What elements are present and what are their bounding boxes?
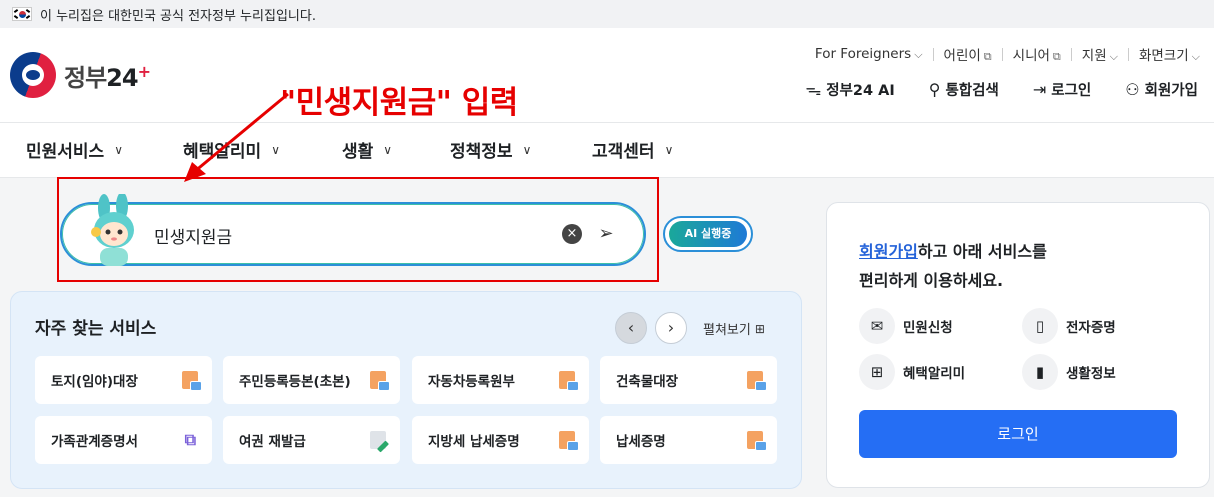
signup-link[interactable]: ⚇ 회원가입 [1125, 79, 1198, 100]
chevron-down-icon: ⌵ [1191, 50, 1200, 63]
edit-document-icon [370, 431, 386, 449]
service-card[interactable]: 건축물대장 [600, 356, 777, 404]
for-foreigners-link[interactable]: For Foreigners ⌵ [815, 46, 923, 62]
service-card[interactable]: 지방세 납세증명 [412, 416, 589, 464]
annotation-arrow [184, 92, 289, 182]
document-icon [559, 431, 579, 451]
bookmark-icon: ▮ [1022, 354, 1058, 390]
document-icon [747, 371, 767, 391]
login-button[interactable]: 로그인 [859, 410, 1177, 458]
chevron-down-icon: ⌵ [1109, 50, 1118, 63]
service-civil-application[interactable]: ✉ 민원신청 [859, 308, 953, 344]
ai-running-badge[interactable]: AI 실행중 [663, 216, 753, 252]
favorites-title: 자주 찾는 서비스 [35, 319, 157, 339]
chevron-left-icon: ‹ [627, 318, 635, 337]
gov-banner: 이 누리집은 대한민국 공식 전자정부 누리집입니다. [0, 0, 1214, 28]
service-card[interactable]: 자동차등록원부 [412, 356, 589, 404]
service-card[interactable]: 토지(임야)대장 [35, 356, 212, 404]
carousel-next-button[interactable]: › [655, 312, 687, 344]
service-card[interactable]: 납세증명 [600, 416, 777, 464]
chevron-right-icon: › [667, 318, 675, 337]
grid-icon: ⊞ [754, 321, 765, 336]
member-panel: 회원가입하고 아래 서비스를 편리하게 이용하세요. ✉ 민원신청 ▯ 전자증명 ⊞… [826, 202, 1210, 488]
chevron-down-icon: ⌵ [914, 48, 923, 61]
chevron-down-icon: ∨ [383, 142, 393, 157]
external-link-icon: ⧉ [184, 430, 196, 449]
support-menu[interactable]: 지원 ⌵ [1082, 44, 1118, 64]
korea-flag-icon [12, 7, 32, 21]
gov24-ai-button[interactable]: ᯓ 정부24 AI [805, 78, 894, 100]
chevron-down-icon: ∨ [664, 142, 674, 157]
nav-civil-services[interactable]: 민원서비스 ∨ [26, 137, 123, 162]
service-card[interactable]: 가족관계증명서 ⧉ [35, 416, 212, 464]
service-card[interactable]: 주민등록등본(초본) [223, 356, 400, 404]
nav-life[interactable]: 생활 ∨ [342, 137, 392, 162]
kids-link[interactable]: 어린이 ⧉ [944, 44, 992, 64]
search-icon: ⚲ [928, 79, 941, 99]
document-icon [370, 371, 390, 391]
login-icon: ⇥ [1032, 79, 1047, 99]
gov24-logo[interactable]: 정부24+ [10, 52, 151, 98]
ai-mascot-icon: ᯓ [805, 80, 822, 99]
carousel-prev-button[interactable]: ‹ [615, 312, 647, 344]
chevron-down-icon: ∨ [522, 142, 532, 157]
chevron-down-icon: ∨ [114, 142, 123, 157]
utility-links: For Foreigners ⌵ 어린이 ⧉ 시니어 ⧉ 지원 ⌵ 화면크기 ⌵ [815, 44, 1200, 64]
screen-size-menu[interactable]: 화면크기 ⌵ [1139, 44, 1200, 64]
document-icon [182, 371, 202, 391]
external-link-icon: ⧉ [983, 50, 992, 63]
external-link-icon: ⧉ [1052, 50, 1061, 63]
document-icon [559, 371, 579, 391]
unfold-button[interactable]: 펼쳐보기 ⊞ [703, 319, 765, 339]
service-card[interactable]: 여권 재발급 [223, 416, 400, 464]
favorites-panel: 자주 찾는 서비스 ‹ › 펼쳐보기 ⊞ 토지(임야)대장 주민등록등본(초본) … [10, 291, 802, 489]
service-benefit-alert[interactable]: ⊞ 혜택알리미 [859, 354, 965, 390]
gift-icon: ⊞ [859, 354, 895, 390]
signup-inline-link[interactable]: 회원가입 [859, 242, 918, 261]
login-link[interactable]: ⇥ 로그인 [1033, 79, 1091, 100]
gov-banner-text: 이 누리집은 대한민국 공식 전자정부 누리집입니다. [40, 8, 316, 24]
logo-text: 정부24+ [64, 61, 151, 92]
certificate-icon: ▯ [1022, 308, 1058, 344]
annotation-text: "민생지원금" 입력 [280, 85, 518, 121]
mail-icon: ✉ [859, 308, 895, 344]
integrated-search-button[interactable]: ⚲ 통합검색 [929, 79, 999, 100]
nav-policy[interactable]: 정책정보 ∨ [450, 137, 531, 162]
service-e-certificate[interactable]: ▯ 전자증명 [1022, 308, 1116, 344]
senior-link[interactable]: 시니어 ⧉ [1013, 44, 1061, 64]
taeguk-logo-icon [10, 52, 56, 98]
member-message: 회원가입하고 아래 서비스를 편리하게 이용하세요. [859, 242, 1047, 290]
service-life-info[interactable]: ▮ 생활정보 [1022, 354, 1116, 390]
main-actions: ᯓ 정부24 AI ⚲ 통합검색 ⇥ 로그인 ⚇ 회원가입 [771, 78, 1198, 100]
add-user-icon: ⚇ [1125, 79, 1140, 99]
ai-running-label: AI 실행중 [669, 221, 747, 247]
nav-customer-center[interactable]: 고객센터 ∨ [592, 137, 673, 162]
annotation-highlight-box [57, 177, 659, 282]
document-icon [747, 431, 767, 451]
